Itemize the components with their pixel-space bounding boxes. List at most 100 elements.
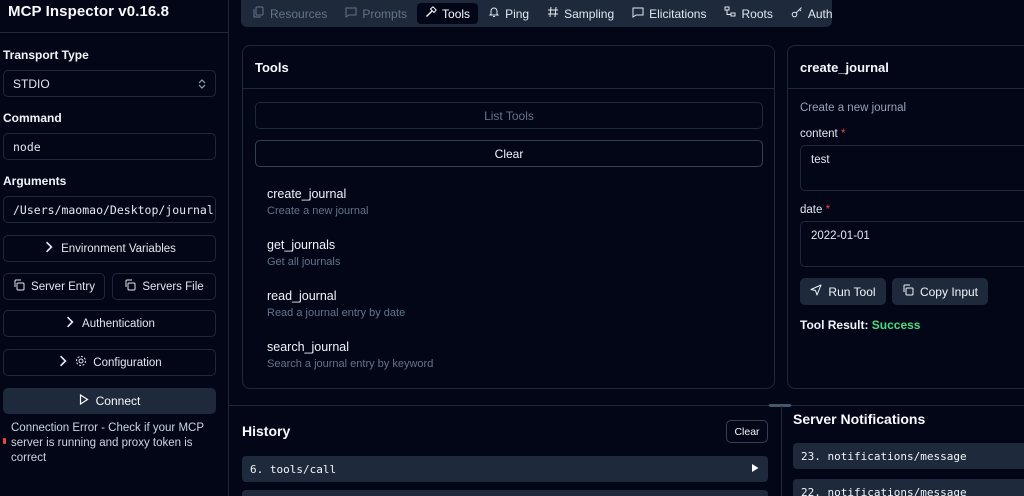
tab-tools-label: Tools: [442, 6, 471, 21]
tool-name: create_journal: [267, 187, 347, 201]
tab-ping-label: Ping: [505, 6, 530, 21]
tools-panel-title: Tools: [255, 60, 289, 75]
configuration-label: Configuration: [93, 356, 162, 369]
copy-input-button[interactable]: Copy Input: [892, 278, 988, 305]
authentication-button[interactable]: Authentication: [3, 310, 216, 337]
prompts-icon: [345, 6, 357, 21]
command-input[interactable]: node: [3, 133, 216, 160]
bell-icon: [488, 6, 500, 21]
tab-auth-label: Auth: [807, 6, 833, 21]
history-item[interactable]: [242, 490, 768, 496]
arguments-label: Arguments: [3, 174, 67, 188]
date-textarea[interactable]: 2022-01-01: [800, 221, 1024, 267]
tab-auth[interactable]: Auth: [783, 3, 841, 24]
play-icon: [79, 393, 89, 408]
environment-variables-button[interactable]: Environment Variables: [3, 235, 216, 262]
command-label: Command: [3, 111, 62, 125]
notification-item-label: 23. notifications/message: [801, 449, 967, 463]
command-value: node: [13, 139, 41, 154]
list-tools-button[interactable]: List Tools: [255, 102, 763, 129]
send-icon: [810, 284, 822, 299]
run-tool-button[interactable]: Run Tool: [800, 278, 886, 305]
message-icon: [632, 6, 644, 21]
required-mark: *: [840, 128, 846, 140]
tab-sampling[interactable]: Sampling: [539, 3, 622, 24]
tool-detail-title: create_journal: [800, 60, 889, 75]
sidebar: MCP Inspector v0.16.8 Transport Type STD…: [0, 0, 229, 496]
tools-panel-divider: [243, 88, 774, 89]
history-title: History: [242, 423, 291, 439]
resize-handle[interactable]: [769, 404, 791, 407]
servers-file-button[interactable]: Servers File: [112, 273, 216, 300]
connect-label: Connect: [95, 394, 141, 408]
tool-list-item[interactable]: get_journals Get all journals: [267, 238, 340, 268]
date-label: date: [800, 204, 823, 216]
notification-item-label: 22. notifications/message: [801, 485, 967, 496]
tool-list-item[interactable]: create_journal Create a new journal: [267, 187, 369, 217]
bottom-vertical-divider: [781, 406, 782, 496]
tab-ping[interactable]: Ping: [480, 3, 537, 24]
environment-variables-label: Environment Variables: [61, 242, 176, 255]
server-notifications-title: Server Notifications: [793, 411, 926, 427]
gear-icon: [75, 355, 87, 370]
tool-description: Get all journals: [267, 256, 341, 268]
tool-description: Create a new journal: [267, 205, 369, 217]
history-item[interactable]: 6. tools/call: [242, 456, 768, 482]
tab-prompts[interactable]: Prompts: [337, 3, 415, 24]
tab-prompts-label: Prompts: [362, 6, 408, 21]
transport-type-select[interactable]: STDIO: [3, 70, 216, 97]
clear-tools-button[interactable]: Clear: [255, 140, 763, 167]
bottom-divider: [229, 405, 1024, 406]
resources-icon: [253, 6, 265, 21]
app-title: MCP Inspector v0.16.8: [8, 3, 170, 20]
date-value: 2022-01-01: [811, 230, 870, 242]
notification-item[interactable]: 23. notifications/message: [793, 443, 1024, 469]
transport-type-value: STDIO: [13, 76, 50, 91]
key-icon: [791, 6, 803, 21]
server-entry-button[interactable]: Server Entry: [3, 273, 105, 300]
chevron-right-icon: [57, 355, 69, 370]
tools-panel: Tools List Tools Clear create_journal Cr…: [242, 45, 775, 389]
arguments-input[interactable]: /Users/maomao/Desktop/journal-m: [3, 196, 216, 223]
copy-icon: [13, 279, 25, 294]
roots-icon: [724, 6, 736, 21]
tab-resources[interactable]: Resources: [245, 3, 335, 24]
tab-tools[interactable]: Tools: [417, 3, 479, 24]
copy-icon: [902, 284, 914, 299]
copy-icon: [124, 279, 136, 294]
tool-result-label: Tool Result:: [800, 318, 869, 332]
tool-list-item[interactable]: search_journal Search a journal entry by…: [267, 340, 433, 370]
error-indicator: [3, 438, 6, 444]
authentication-label: Authentication: [82, 317, 155, 330]
configuration-button[interactable]: Configuration: [3, 349, 216, 376]
history-clear-button[interactable]: Clear: [726, 420, 768, 443]
tab-elicitations[interactable]: Elicitations: [624, 3, 714, 24]
tool-description: Search a journal entry by keyword: [267, 358, 434, 370]
hammer-icon: [425, 6, 437, 21]
tab-resources-label: Resources: [270, 6, 328, 21]
tool-list-item[interactable]: read_journal Read a journal entry by dat…: [267, 289, 405, 319]
content-label: content: [800, 128, 838, 140]
tool-result: Tool Result: Success: [800, 318, 920, 332]
tool-detail-divider: [788, 88, 1024, 89]
tool-detail-panel: create_journal Create a new journal cont…: [787, 45, 1024, 389]
tabs-bar: Resources Prompts Tools Ping Sampling El…: [241, 0, 833, 27]
history-item-label: 6. tools/call: [250, 462, 337, 476]
tool-detail-description: Create a new journal: [800, 102, 907, 114]
date-field-label: date *: [800, 204, 830, 216]
chevron-right-icon: [43, 241, 55, 256]
tool-description: Read a journal entry by date: [267, 307, 406, 319]
server-entry-label: Server Entry: [31, 280, 95, 293]
copy-input-label: Copy Input: [919, 284, 979, 299]
servers-file-label: Servers File: [142, 280, 204, 293]
notification-item[interactable]: 22. notifications/message: [793, 479, 1024, 496]
hash-icon: [547, 6, 559, 21]
chevron-up-down-icon: [198, 78, 206, 89]
connection-error-message: Connection Error - Check if your MCP ser…: [11, 422, 204, 464]
chevron-right-icon: [64, 316, 76, 331]
tab-roots[interactable]: Roots: [716, 3, 780, 24]
content-field-label: content *: [800, 128, 845, 140]
content-textarea[interactable]: test: [800, 145, 1024, 191]
connect-button[interactable]: Connect: [3, 388, 216, 414]
content-value: test: [811, 154, 830, 166]
